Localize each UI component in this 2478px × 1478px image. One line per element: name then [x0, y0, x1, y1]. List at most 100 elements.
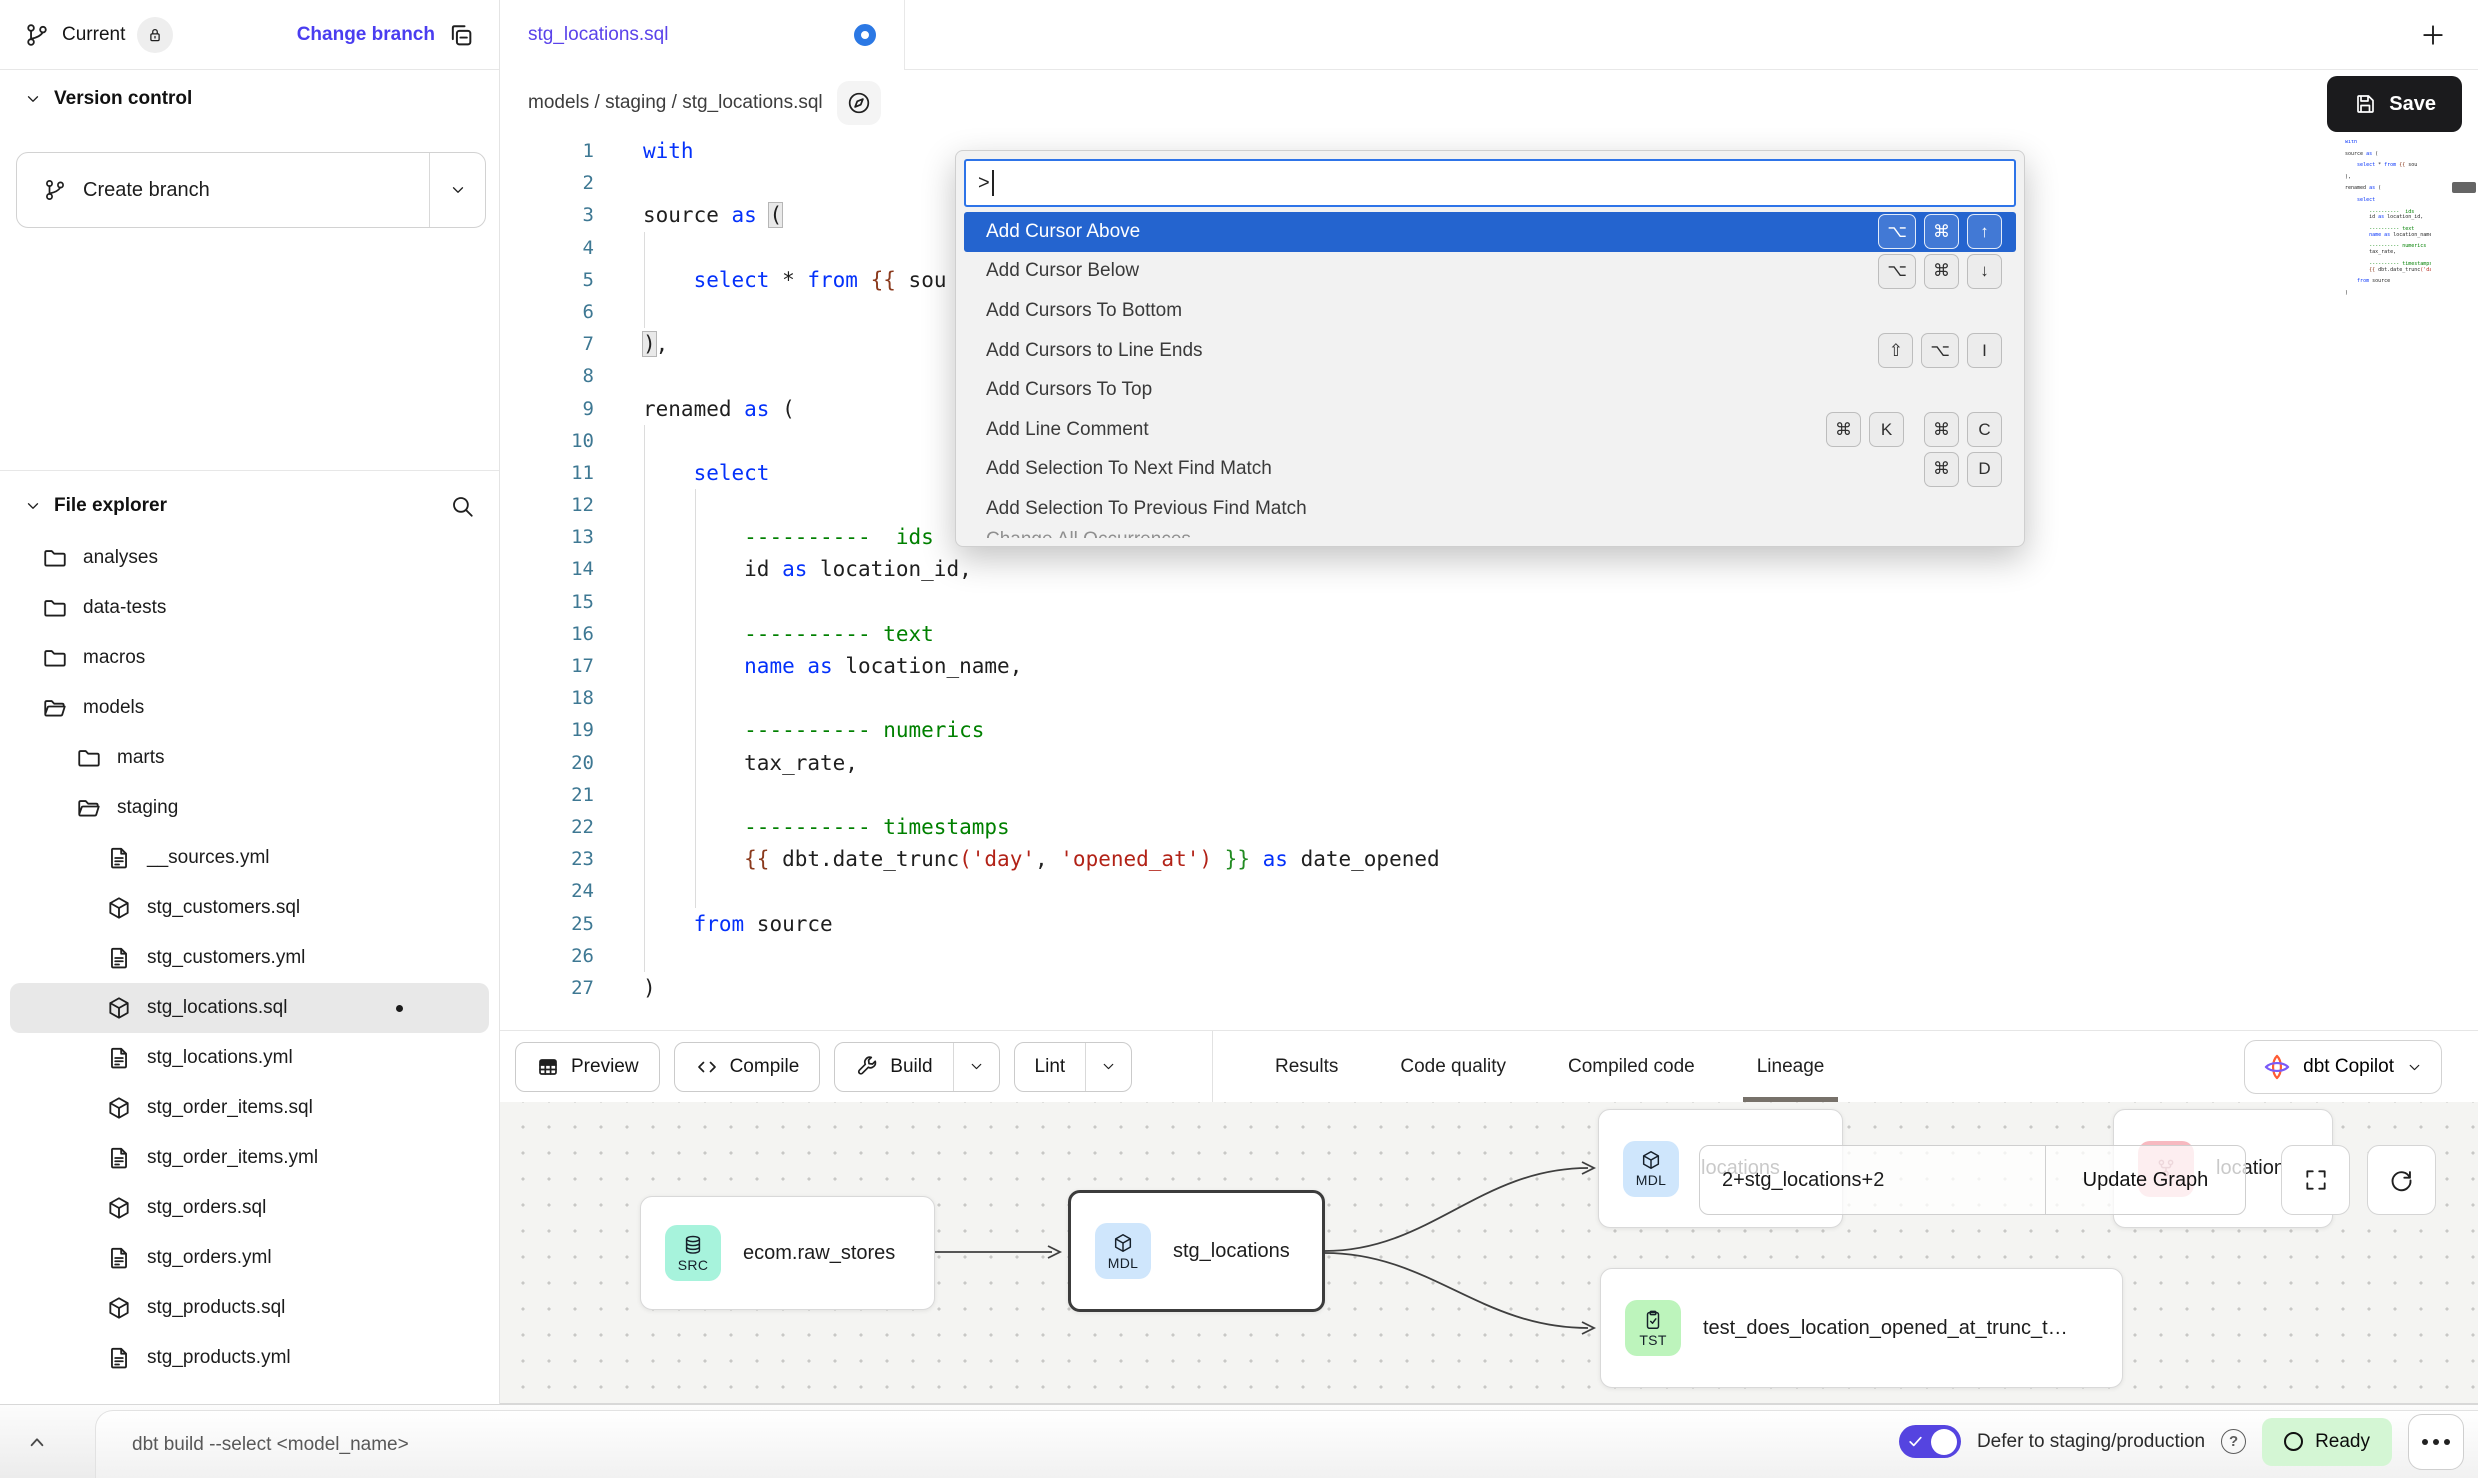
file-item-stg-customers-sql[interactable]: stg_customers.sql — [10, 883, 489, 933]
tab-stg-locations[interactable]: stg_locations.sql — [500, 0, 905, 70]
dbt-copilot-button[interactable]: dbt Copilot — [2244, 1040, 2442, 1094]
file-icon — [106, 1345, 132, 1371]
file-item-label: stg_customers.yml — [147, 947, 305, 969]
palette-item-label: Add Cursors To Top — [986, 379, 1152, 401]
copy-icon[interactable] — [447, 21, 475, 49]
lint-dropdown[interactable] — [1085, 1043, 1131, 1091]
file-item-stg-orders-sql[interactable]: stg_orders.sql — [10, 1183, 489, 1233]
lint-button[interactable]: Lint — [1014, 1042, 1133, 1092]
palette-item-add-cursor-below[interactable]: Add Cursor Below⌥⌘↓ — [964, 252, 2016, 292]
code-line-22[interactable]: 22 ---------- timestamps — [500, 811, 2478, 843]
file-item-stg-order-items-yml[interactable]: stg_order_items.yml — [10, 1133, 489, 1183]
code-line-19[interactable]: 19 ---------- numerics — [500, 714, 2478, 746]
lineage-node-source[interactable]: SRC ecom.raw_stores — [640, 1196, 935, 1310]
table-icon — [536, 1055, 560, 1079]
new-tab-plus-icon[interactable] — [2418, 20, 2448, 50]
compile-button[interactable]: Compile — [674, 1042, 821, 1092]
palette-item-add-cursors-to-line-ends[interactable]: Add Cursors to Line Ends⇧⌥I — [964, 331, 2016, 371]
file-item-label: analyses — [83, 547, 158, 569]
file-item-models[interactable]: models — [10, 683, 489, 733]
change-branch-link[interactable]: Change branch — [297, 24, 435, 46]
search-icon[interactable] — [449, 493, 475, 519]
keycap: ↑ — [1967, 214, 2002, 249]
tab-compiled-code[interactable]: Compiled code — [1568, 1031, 1695, 1102]
code-line-26[interactable]: 26 — [500, 940, 2478, 972]
minimap[interactable]: withsource as ( select * from {{ sou),re… — [2345, 140, 2431, 310]
compass-icon[interactable] — [837, 81, 881, 125]
create-branch-button[interactable]: Create branch — [16, 152, 486, 228]
model-icon — [106, 995, 132, 1021]
chevron-down-icon[interactable] — [24, 497, 42, 515]
code-line-18[interactable]: 18 — [500, 682, 2478, 714]
lineage-selector-input[interactable]: 2+stg_locations+2 — [1700, 1146, 2045, 1214]
help-icon[interactable]: ? — [2221, 1429, 2246, 1454]
file-item-stg-locations-yml[interactable]: stg_locations.yml — [10, 1033, 489, 1083]
file-item-label: stg_customers.sql — [147, 897, 300, 919]
update-graph-button[interactable]: Update Graph — [2045, 1146, 2245, 1214]
code-line-23[interactable]: 23 {{ dbt.date_trunc('day', 'opened_at')… — [500, 843, 2478, 875]
file-item-label: macros — [83, 647, 145, 669]
dbt-copilot-logo-icon — [2263, 1053, 2291, 1081]
save-button[interactable]: Save — [2327, 76, 2462, 132]
code-line-27[interactable]: 27) — [500, 972, 2478, 1004]
code-line-20[interactable]: 20 tax_rate, — [500, 747, 2478, 779]
file-item-staging[interactable]: staging — [10, 783, 489, 833]
file-item-marts[interactable]: marts — [10, 733, 489, 783]
code-line-21[interactable]: 21 — [500, 779, 2478, 811]
fullscreen-button[interactable] — [2281, 1145, 2350, 1215]
palette-item-add-selection-to-next-find-match[interactable]: Add Selection To Next Find Match⌘D — [964, 450, 2016, 490]
ready-status-button[interactable]: Ready — [2262, 1418, 2392, 1466]
file-item-label: data-tests — [83, 597, 166, 619]
file-item-stg-orders-yml[interactable]: stg_orders.yml — [10, 1233, 489, 1283]
line-number: 3 — [500, 199, 643, 231]
lineage-node-test[interactable]: TST test_does_location_opened_at_trunc_t… — [1600, 1268, 2123, 1388]
lineage-panel[interactable]: SRC ecom.raw_stores MDL stg_locations MD… — [500, 1102, 2478, 1404]
file-item-analyses[interactable]: analyses — [10, 533, 489, 583]
file-item-label: stg_orders.sql — [147, 1197, 266, 1219]
palette-item-change-all-occurrences[interactable]: Change All Occurrences — [964, 529, 2016, 538]
file-item--sources-yml[interactable]: __sources.yml — [10, 833, 489, 883]
save-label: Save — [2389, 93, 2436, 116]
file-icon — [106, 1145, 132, 1171]
tab-results[interactable]: Results — [1275, 1031, 1338, 1102]
more-options-button[interactable] — [2408, 1414, 2464, 1470]
code-line-17[interactable]: 17 name as location_name, — [500, 650, 2478, 682]
code-line-24[interactable]: 24 — [500, 875, 2478, 907]
minimap-slider[interactable] — [2452, 182, 2476, 193]
chevron-up-icon[interactable] — [24, 1405, 50, 1478]
version-control-header[interactable]: Version control — [24, 88, 192, 110]
line-number: 23 — [500, 843, 643, 875]
code-line-15[interactable]: 15 — [500, 586, 2478, 618]
file-explorer: File explorer analyses data-tests macros mo… — [0, 470, 499, 1391]
preview-button[interactable]: Preview — [515, 1042, 660, 1092]
file-item-stg-products-yml[interactable]: stg_products.yml — [10, 1333, 489, 1383]
file-item-stg-products-sql[interactable]: stg_products.sql — [10, 1283, 489, 1333]
keycap: ⌥ — [1878, 254, 1916, 289]
command-palette-input[interactable]: > — [964, 159, 2016, 207]
file-item-stg-locations-sql[interactable]: stg_locations.sql — [10, 983, 489, 1033]
defer-toggle[interactable] — [1899, 1425, 1961, 1458]
palette-item-add-cursors-to-top[interactable]: Add Cursors To Top — [964, 370, 2016, 410]
file-item-data-tests[interactable]: data-tests — [10, 583, 489, 633]
file-item-stg-customers-yml[interactable]: stg_customers.yml — [10, 933, 489, 983]
code-line-25[interactable]: 25 from source — [500, 908, 2478, 940]
build-button[interactable]: Build — [834, 1042, 999, 1092]
build-dropdown[interactable] — [953, 1043, 999, 1091]
check-icon — [1907, 1433, 1924, 1450]
create-branch-dropdown[interactable] — [429, 153, 485, 227]
tab-code-quality[interactable]: Code quality — [1400, 1031, 1506, 1102]
lineage-node-stg-locations[interactable]: MDL stg_locations — [1068, 1190, 1325, 1312]
code-line-16[interactable]: 16 ---------- text — [500, 618, 2478, 650]
palette-item-add-selection-to-previous-find-match[interactable]: Add Selection To Previous Find Match — [964, 489, 2016, 529]
tab-lineage[interactable]: Lineage — [1757, 1031, 1825, 1102]
palette-item-add-cursors-to-bottom[interactable]: Add Cursors To Bottom — [964, 291, 2016, 331]
file-item-macros[interactable]: macros — [10, 633, 489, 683]
code-line-14[interactable]: 14 id as location_id, — [500, 553, 2478, 585]
node-label: stg_locations — [1173, 1240, 1290, 1263]
palette-item-add-line-comment[interactable]: Add Line Comment⌘K⌘C — [964, 410, 2016, 450]
file-item-stg-order-items-sql[interactable]: stg_order_items.sql — [10, 1083, 489, 1133]
palette-item-add-cursor-above[interactable]: Add Cursor Above⌥⌘↑ — [964, 212, 2016, 252]
refresh-button[interactable] — [2367, 1145, 2436, 1215]
file-explorer-title: File explorer — [54, 495, 167, 517]
file-item-label: stg_locations.yml — [147, 1047, 293, 1069]
